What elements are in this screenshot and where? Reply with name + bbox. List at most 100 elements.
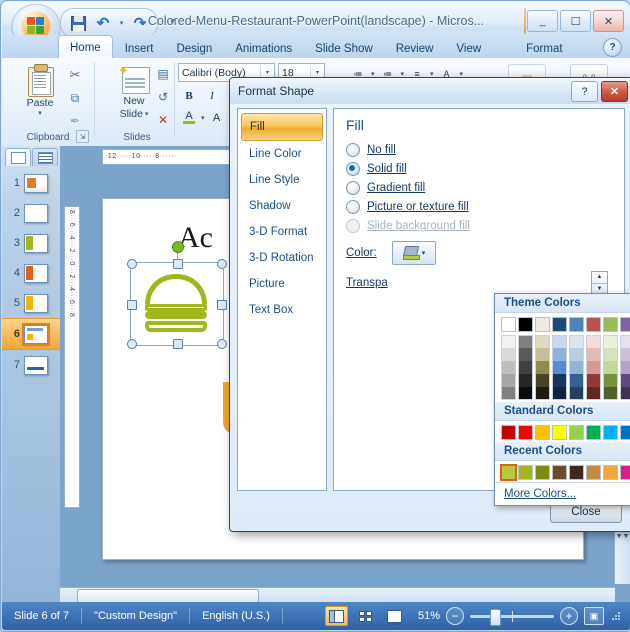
tab-slide-show[interactable]: Slide Show	[304, 38, 384, 59]
undo-button[interactable]: ↶	[92, 12, 114, 34]
nav-item-shadow[interactable]: Shadow	[241, 193, 323, 219]
slide-thumbnail-5[interactable]: 5	[2, 288, 60, 318]
horizontal-scroll-thumb[interactable]	[77, 589, 259, 603]
nav-item-line-color[interactable]: Line Color	[241, 141, 323, 167]
recent-color-swatch-7[interactable]	[620, 465, 630, 480]
theme-variant-swatch-5-3[interactable]	[586, 374, 601, 387]
standard-color-swatch-4[interactable]	[569, 425, 584, 440]
theme-variant-swatch-0-4[interactable]	[501, 387, 516, 400]
radio-solid-fill[interactable]: Solid fill	[346, 159, 614, 178]
theme-variant-swatch-1-4[interactable]	[518, 387, 533, 400]
theme-variant-swatch-4-3[interactable]	[569, 374, 584, 387]
paste-button[interactable]: Paste ▾	[18, 64, 62, 117]
more-colors-button[interactable]: More Colors...	[495, 482, 630, 505]
recent-color-swatch-5[interactable]	[586, 465, 601, 480]
theme-variant-swatch-4-0[interactable]	[569, 335, 584, 348]
tab-animations[interactable]: Animations	[224, 38, 303, 59]
theme-variant-swatch-0-2[interactable]	[501, 361, 516, 374]
copy-button[interactable]: ⧉	[64, 87, 86, 109]
zoom-slider-knob[interactable]	[490, 608, 501, 626]
resize-handle-s[interactable]	[173, 339, 183, 349]
theme-variant-swatch-5-2[interactable]	[586, 361, 601, 374]
theme-variant-swatch-0-1[interactable]	[501, 348, 516, 361]
nav-item-line-style[interactable]: Line Style	[241, 167, 323, 193]
clipboard-dialog-launcher[interactable]: ⇲	[76, 130, 89, 143]
nav-item-3d-rotation[interactable]: 3-D Rotation	[241, 245, 323, 271]
new-slide-dropdown-arrow[interactable]: ▾	[145, 110, 149, 118]
bold-button[interactable]: B	[178, 85, 200, 106]
recent-color-swatch-0[interactable]	[500, 464, 517, 481]
chevron-down-icon[interactable]: ▾	[422, 249, 426, 257]
font-color-dropdown-arrow[interactable]: ▾	[201, 114, 205, 122]
theme-color-swatch-4[interactable]	[569, 317, 584, 332]
resize-handle-ne[interactable]	[217, 259, 227, 269]
slide-thumbnail-3[interactable]: 3	[2, 228, 60, 258]
theme-color-swatch-3[interactable]	[552, 317, 567, 332]
redo-button[interactable]: ↷	[129, 12, 151, 34]
theme-color-swatch-1[interactable]	[518, 317, 533, 332]
recent-color-swatch-2[interactable]	[535, 465, 550, 480]
theme-variant-swatch-6-2[interactable]	[603, 361, 618, 374]
theme-variant-swatch-7-3[interactable]	[620, 374, 630, 387]
color-picker-button[interactable]: ▾	[392, 241, 436, 265]
slides-tab[interactable]	[5, 148, 31, 166]
theme-variant-swatch-3-4[interactable]	[552, 387, 567, 400]
transparency-spinner[interactable]: ▲ ▼	[591, 271, 608, 295]
change-case-button[interactable]: A	[206, 107, 228, 128]
close-window-button[interactable]: ✕	[593, 10, 624, 32]
horizontal-ruler[interactable]: ·12·····10·····8·····	[102, 149, 234, 165]
theme-color-swatch-7[interactable]	[620, 317, 630, 332]
theme-variant-swatch-5-1[interactable]	[586, 348, 601, 361]
theme-variant-swatch-2-0[interactable]	[535, 335, 550, 348]
radio-gradient-fill[interactable]: Gradient fill	[346, 178, 614, 197]
theme-variant-swatch-2-2[interactable]	[535, 361, 550, 374]
theme-variant-swatch-7-2[interactable]	[620, 361, 630, 374]
theme-variant-swatch-6-3[interactable]	[603, 374, 618, 387]
standard-color-swatch-1[interactable]	[518, 425, 533, 440]
theme-variant-swatch-1-0[interactable]	[518, 335, 533, 348]
reset-button[interactable]: ↺	[152, 86, 174, 108]
standard-color-swatch-3[interactable]	[552, 425, 567, 440]
theme-variant-swatch-6-1[interactable]	[603, 348, 618, 361]
recent-color-swatch-6[interactable]	[603, 465, 618, 480]
theme-variant-swatch-0-0[interactable]	[501, 335, 516, 348]
recent-color-swatch-4[interactable]	[569, 465, 584, 480]
zoom-in-button[interactable]: +	[560, 607, 578, 625]
undo-dropdown[interactable]: ▾	[117, 12, 126, 34]
recent-color-swatch-1[interactable]	[518, 465, 533, 480]
dialog-close-button[interactable]: ✕	[601, 81, 628, 102]
nav-item-3d-format[interactable]: 3-D Format	[241, 219, 323, 245]
theme-variant-swatch-3-3[interactable]	[552, 374, 567, 387]
delete-slide-button[interactable]: ✕	[152, 109, 174, 131]
resize-handle-w[interactable]	[127, 300, 137, 310]
tab-insert[interactable]: Insert	[114, 38, 165, 59]
theme-variant-swatch-1-2[interactable]	[518, 361, 533, 374]
resize-handle-n[interactable]	[173, 259, 183, 269]
minimize-button[interactable]: _	[527, 10, 558, 32]
theme-variant-swatch-6-4[interactable]	[603, 387, 618, 400]
slide-show-button[interactable]	[383, 606, 406, 626]
tab-format[interactable]: Format	[515, 38, 573, 59]
outline-tab[interactable]	[32, 148, 58, 166]
theme-variant-swatch-0-3[interactable]	[501, 374, 516, 387]
spinner-up-icon[interactable]: ▲	[592, 272, 607, 284]
help-icon[interactable]: ?	[603, 38, 622, 57]
zoom-slider[interactable]	[470, 608, 554, 626]
resize-grip[interactable]	[610, 610, 622, 622]
radio-picture-texture-fill[interactable]: Picture or texture fill	[346, 197, 614, 216]
vertical-ruler[interactable]: ·8···6···4···2···0···2···4···6···8	[64, 206, 80, 508]
theme-name[interactable]: "Custom Design"	[82, 610, 189, 622]
standard-color-swatch-5[interactable]	[586, 425, 601, 440]
normal-view-button[interactable]	[325, 606, 348, 626]
tab-design[interactable]: Design	[165, 38, 223, 59]
dialog-title-bar[interactable]: Format Shape ? ✕	[230, 78, 630, 104]
slide-thumbnail-7[interactable]: 7	[2, 350, 60, 380]
slide-thumbnail-2[interactable]: 2	[2, 198, 60, 228]
recent-color-swatch-3[interactable]	[552, 465, 567, 480]
theme-variant-swatch-4-4[interactable]	[569, 387, 584, 400]
theme-color-swatch-2[interactable]	[535, 317, 550, 332]
slide-thumbnail-1[interactable]: 1	[2, 168, 60, 198]
theme-variant-swatch-2-3[interactable]	[535, 374, 550, 387]
fit-slide-button[interactable]: ▣	[584, 607, 604, 625]
standard-color-swatch-2[interactable]	[535, 425, 550, 440]
